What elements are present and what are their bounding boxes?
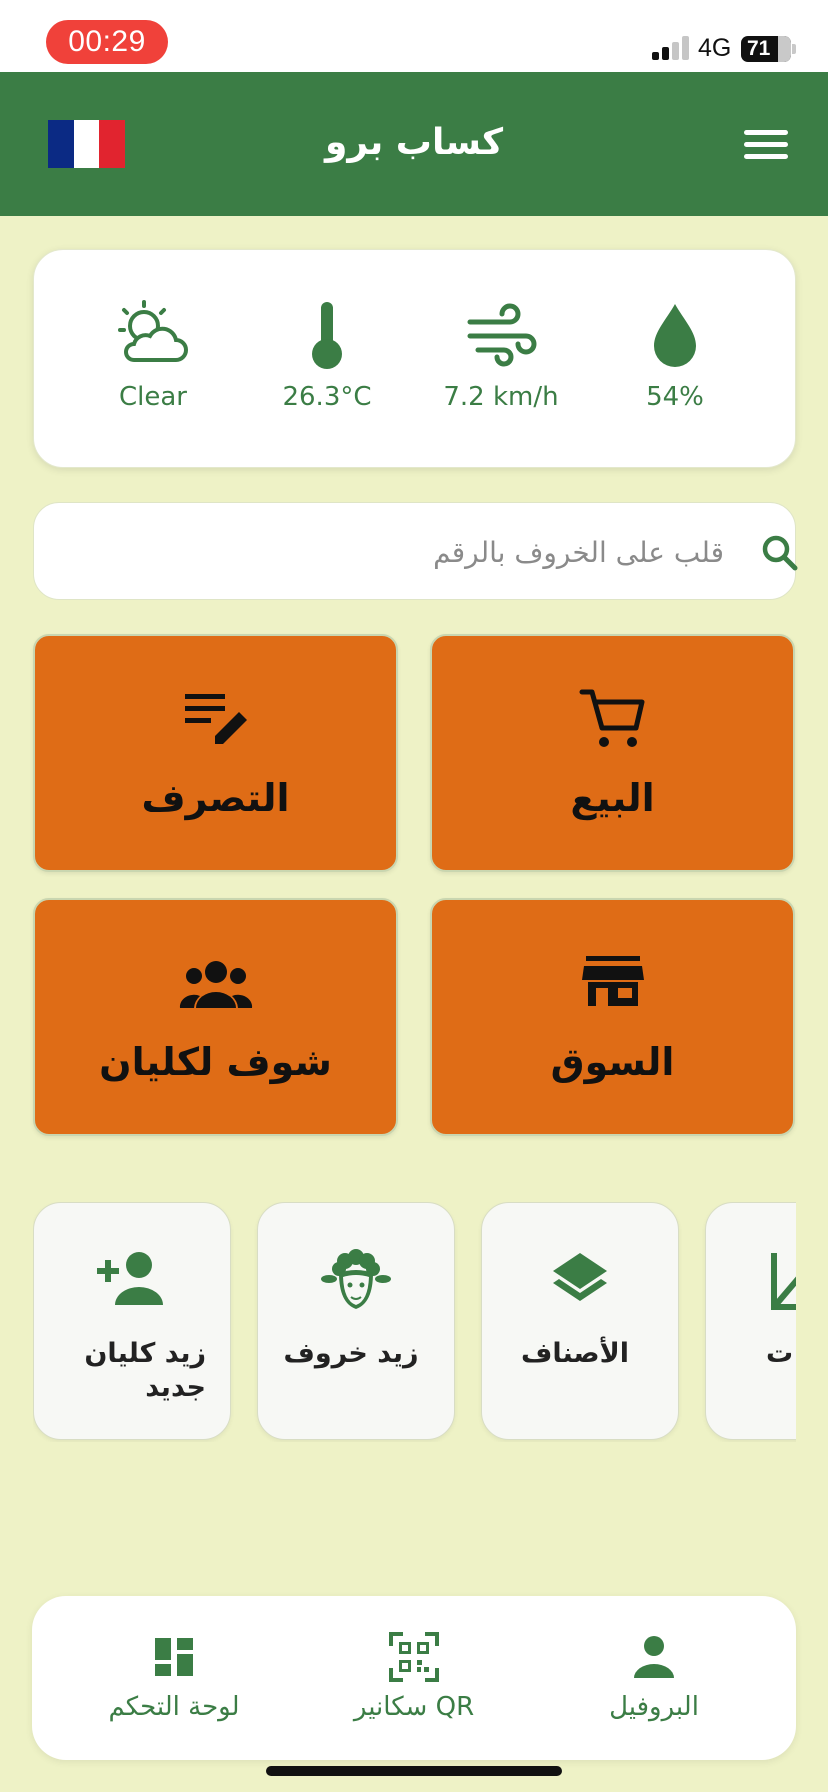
search-icon[interactable] — [760, 533, 800, 573]
manage-tile-button[interactable]: التصرف — [33, 634, 398, 872]
status-bar: 00:29 4G 71 — [0, 0, 828, 72]
person-icon — [634, 1636, 674, 1678]
group-people-icon — [179, 961, 252, 1008]
partial-shortcut-label: ت — [766, 1338, 794, 1369]
chart-icon — [771, 1253, 796, 1310]
weather-temperature: 26.3°C — [240, 300, 414, 412]
weather-condition: Clear — [66, 300, 240, 412]
humidity-label: 54% — [646, 382, 704, 412]
weather-condition-label: Clear — [119, 382, 187, 412]
weather-humidity: 54% — [588, 300, 762, 412]
add-client-card[interactable]: زيد كليان جديد — [33, 1202, 231, 1440]
nav-qr-scanner[interactable]: سكانير QR — [294, 1632, 534, 1722]
store-icon — [581, 956, 644, 1006]
clients-tile-label: شوف لكليان — [99, 1040, 332, 1084]
add-person-icon — [97, 1252, 163, 1305]
add-sheep-card[interactable]: زيد خروف — [257, 1202, 455, 1440]
app-header: كساب برو — [0, 72, 828, 216]
partial-shortcut-card[interactable]: ت — [705, 1202, 796, 1440]
categories-card[interactable]: الأصناف — [481, 1202, 679, 1440]
wind-speed-label: 7.2 km/h — [443, 382, 559, 412]
weather-wind: 7.2 km/h — [414, 300, 588, 412]
temperature-label: 26.3°C — [282, 382, 372, 412]
sell-tile-button[interactable]: البيع — [430, 634, 795, 872]
signal-strength-icon — [652, 36, 690, 60]
market-tile-label: السوق — [550, 1040, 675, 1084]
thermometer-icon — [312, 302, 342, 369]
sheep-number-search-input[interactable] — [64, 527, 744, 577]
layers-icon — [553, 1253, 607, 1301]
status-time: 00:29 — [68, 25, 146, 58]
app-title: كساب برو — [324, 122, 504, 163]
sheep-icon — [321, 1249, 391, 1309]
network-type: 4G — [698, 34, 732, 62]
dashboard-icon — [155, 1638, 193, 1676]
search-bar — [33, 502, 798, 600]
nav-profile-label: البروفيل — [609, 1692, 699, 1722]
shortcuts-row[interactable]: زيد كليان جديد زيد خروف الأصناف ت — [33, 1202, 796, 1442]
nav-dashboard-label: لوحة التحكم — [108, 1692, 240, 1722]
market-tile-button[interactable]: السوق — [430, 898, 795, 1136]
sell-tile-label: البيع — [570, 776, 655, 820]
hamburger-menu-icon[interactable] — [740, 124, 792, 164]
battery-icon: 71 — [741, 36, 791, 62]
nav-qr-scanner-label: سكانير QR — [353, 1692, 475, 1722]
time-pill: 00:29 — [46, 20, 168, 64]
add-client-label: زيد كليان جديد — [84, 1338, 206, 1403]
add-sheep-label: زيد خروف — [283, 1338, 419, 1369]
water-drop-icon — [654, 304, 696, 367]
battery-level: 71 — [747, 37, 771, 60]
sun-cloud-icon — [118, 300, 188, 362]
weather-card: Clear 26.3°C 7.2 km/h 54% — [33, 249, 796, 468]
wind-icon — [467, 303, 537, 367]
home-indicator[interactable] — [266, 1766, 562, 1776]
bottom-navigation: البروفيل سكانير QR لوحة التحكم — [32, 1596, 796, 1760]
manage-tile-label: التصرف — [141, 776, 290, 820]
nav-dashboard[interactable]: لوحة التحكم — [54, 1632, 294, 1722]
battery-nub — [792, 44, 796, 54]
nav-profile[interactable]: البروفيل — [534, 1632, 774, 1722]
clients-tile-button[interactable]: شوف لكليان — [33, 898, 398, 1136]
shopping-cart-icon — [579, 689, 644, 747]
categories-label: الأصناف — [521, 1338, 629, 1369]
qr-code-scanner-icon — [389, 1632, 439, 1682]
edit-notes-icon — [184, 694, 247, 744]
